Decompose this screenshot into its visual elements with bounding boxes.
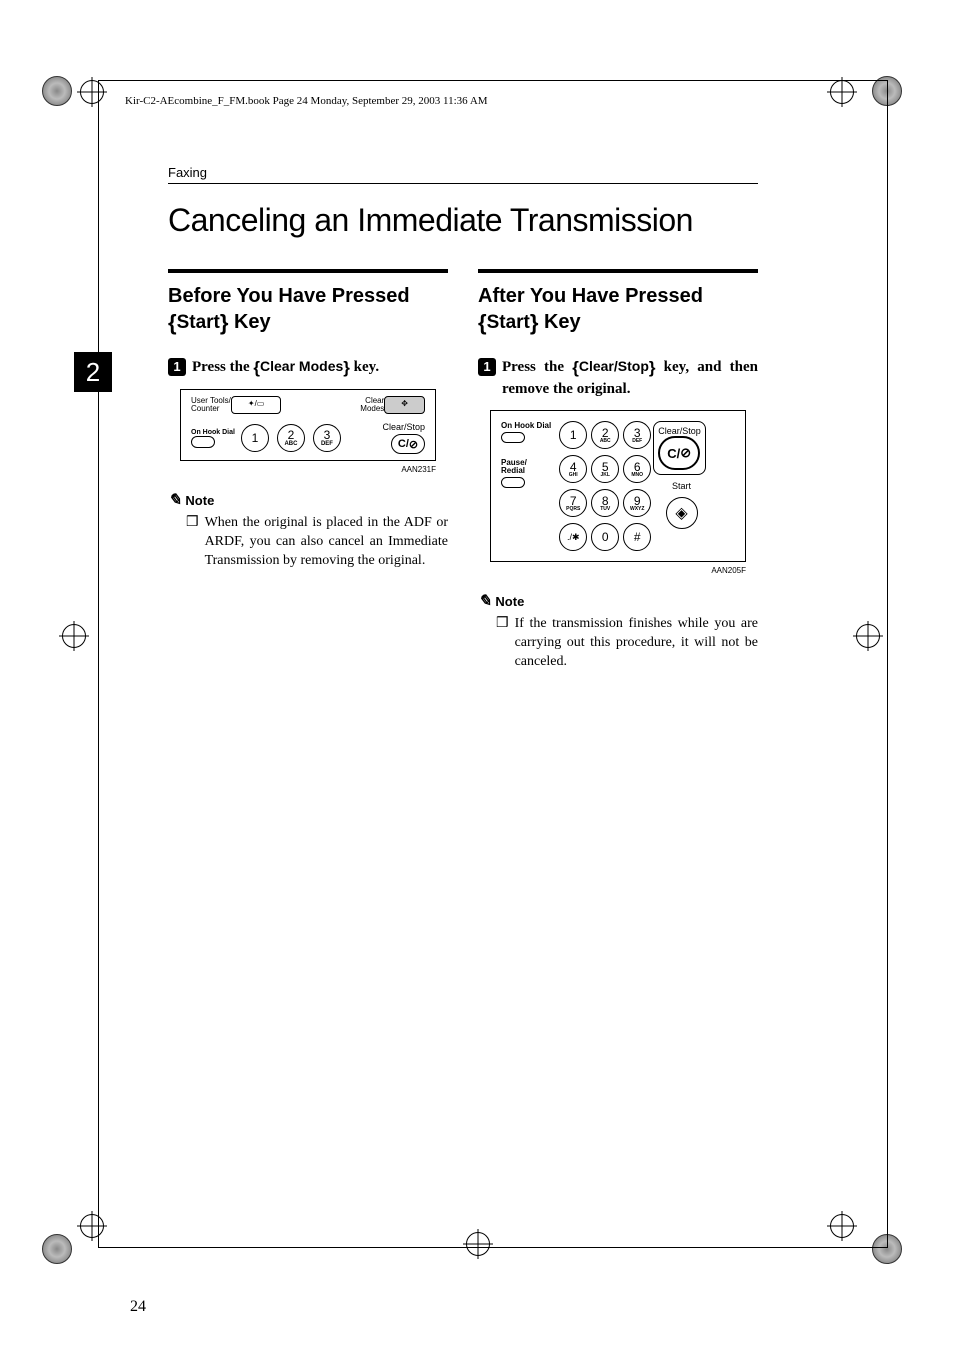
- clear-stop-label: Clear/Stop: [347, 422, 425, 432]
- start-button-icon: ◈: [666, 497, 698, 529]
- pause-redial-button-icon: [501, 477, 525, 488]
- crop-mark-tl: [42, 76, 82, 116]
- note-body: ❒ If the transmission finishes while you…: [478, 615, 758, 672]
- heading-text: Key: [228, 311, 270, 333]
- bullet-icon: ❒: [496, 615, 509, 672]
- left-column: Before You Have Pressed {Start} Key 1 Pr…: [168, 269, 448, 672]
- key-1: 1: [241, 424, 269, 452]
- heading-text: Key: [538, 311, 580, 333]
- key-2: 2ABC: [277, 424, 305, 452]
- on-hook-dial-label: On Hook Dial: [501, 421, 551, 430]
- crop-target-ml: [62, 624, 102, 664]
- on-hook-dial-label: On Hook Dial: [191, 429, 235, 436]
- note-heading: ✎ Note: [478, 591, 758, 611]
- book-header-info: Kir-C2-AEcombine_F_FM.book Page 24 Monda…: [125, 95, 488, 107]
- heading-text: Before You Have Pressed: [168, 285, 410, 307]
- illustration-code: AAN231F: [168, 465, 436, 474]
- user-tools-label: User Tools/ Counter: [191, 397, 231, 413]
- crop-circle-icon: [42, 1234, 72, 1264]
- key-7: 7PQRS: [559, 489, 587, 517]
- pencil-icon: ✎: [168, 490, 181, 510]
- clear-stop-group: Clear/Stop C/⊘: [653, 421, 706, 475]
- clear-stop-button-icon: C/⊘: [391, 434, 425, 454]
- chapter-tab: 2: [74, 352, 112, 392]
- on-hook-button-icon: [191, 436, 215, 448]
- step-1: 1 Press the {Clear/Stop} key, and then r…: [478, 356, 758, 401]
- note-label: Note: [495, 594, 524, 609]
- start-key: Start: [487, 312, 530, 333]
- numeric-keypad: 1 2ABC 3DEF 4GHI 5JKL 6MNO 7PQRS 8TUV 9W…: [559, 421, 649, 551]
- bracket-close-icon: }: [343, 358, 350, 377]
- illustration-code: AAN205F: [478, 566, 746, 575]
- step-text: Press the {Clear Modes} key.: [192, 356, 448, 380]
- key-0: 0: [591, 523, 619, 551]
- pencil-icon: ✎: [478, 591, 491, 611]
- section-header: Faxing: [168, 165, 758, 184]
- clear-stop-button-icon: C/⊘: [658, 436, 700, 470]
- step-1: 1 Press the {Clear Modes} key.: [168, 356, 448, 380]
- clear-stop-label: Clear/Stop: [658, 426, 701, 436]
- bullet-icon: ❒: [186, 514, 199, 571]
- clear-modes-button-icon: ✥: [384, 396, 425, 414]
- rule: [168, 269, 448, 273]
- start-label: Start: [672, 481, 691, 491]
- crop-target-icon: [62, 624, 86, 648]
- key-hash: #: [623, 523, 651, 551]
- key-3: 3DEF: [623, 421, 651, 449]
- step-number-icon: 1: [478, 358, 496, 376]
- key-8: 8TUV: [591, 489, 619, 517]
- control-panel-illustration-2: On Hook Dial Pause/ Redial 1 2ABC 3DEF 4…: [490, 410, 746, 562]
- user-tools-button-icon: ✦/▭: [231, 396, 281, 414]
- page-title: Canceling an Immediate Transmission: [168, 202, 758, 239]
- bracket-close-icon: }: [649, 358, 656, 377]
- bracket-open-icon: {: [572, 358, 579, 377]
- key-5: 5JKL: [591, 455, 619, 483]
- note-text: If the transmission finishes while you a…: [515, 615, 758, 672]
- note-heading: ✎ Note: [168, 490, 448, 510]
- page-number: 24: [130, 1298, 146, 1316]
- crop-mark-bl: [42, 1234, 82, 1274]
- left-heading: Before You Have Pressed {Start} Key: [168, 283, 448, 338]
- step-number-icon: 1: [168, 358, 186, 376]
- key-9: 9WXYZ: [623, 489, 651, 517]
- right-column: After You Have Pressed {Start} Key 1 Pre…: [478, 269, 758, 672]
- on-hook-button-icon: [501, 432, 525, 443]
- key-star: ./✱: [559, 523, 587, 551]
- step-text: Press the {Clear/Stop} key, and then rem…: [502, 356, 758, 401]
- rule: [478, 269, 758, 273]
- clear-modes-key: Clear Modes: [260, 358, 343, 374]
- key-3: 3DEF: [313, 424, 341, 452]
- page-content: Faxing Canceling an Immediate Transmissi…: [168, 165, 758, 672]
- bracket-open-icon: {: [168, 310, 177, 335]
- note-body: ❒ When the original is placed in the ADF…: [168, 514, 448, 571]
- start-key: Start: [177, 312, 220, 333]
- key-6: 6MNO: [623, 455, 651, 483]
- note-text: When the original is placed in the ADF o…: [205, 514, 448, 571]
- note-label: Note: [185, 493, 214, 508]
- clear-modes-label: Clear Modes: [360, 397, 384, 413]
- heading-text: After You Have Pressed: [478, 285, 703, 307]
- pause-redial-label: Pause/ Redial: [501, 459, 551, 475]
- control-panel-illustration-1: User Tools/ Counter ✦/▭ Clear Modes ✥ On…: [180, 389, 436, 461]
- key-2: 2ABC: [591, 421, 619, 449]
- key-1: 1: [559, 421, 587, 449]
- clear-stop-key: Clear/Stop: [579, 358, 649, 374]
- bracket-open-icon: {: [478, 310, 487, 335]
- right-heading: After You Have Pressed {Start} Key: [478, 283, 758, 338]
- key-4: 4GHI: [559, 455, 587, 483]
- numeric-keys: 1 2ABC 3DEF: [241, 424, 341, 452]
- crop-circle-icon: [42, 76, 72, 106]
